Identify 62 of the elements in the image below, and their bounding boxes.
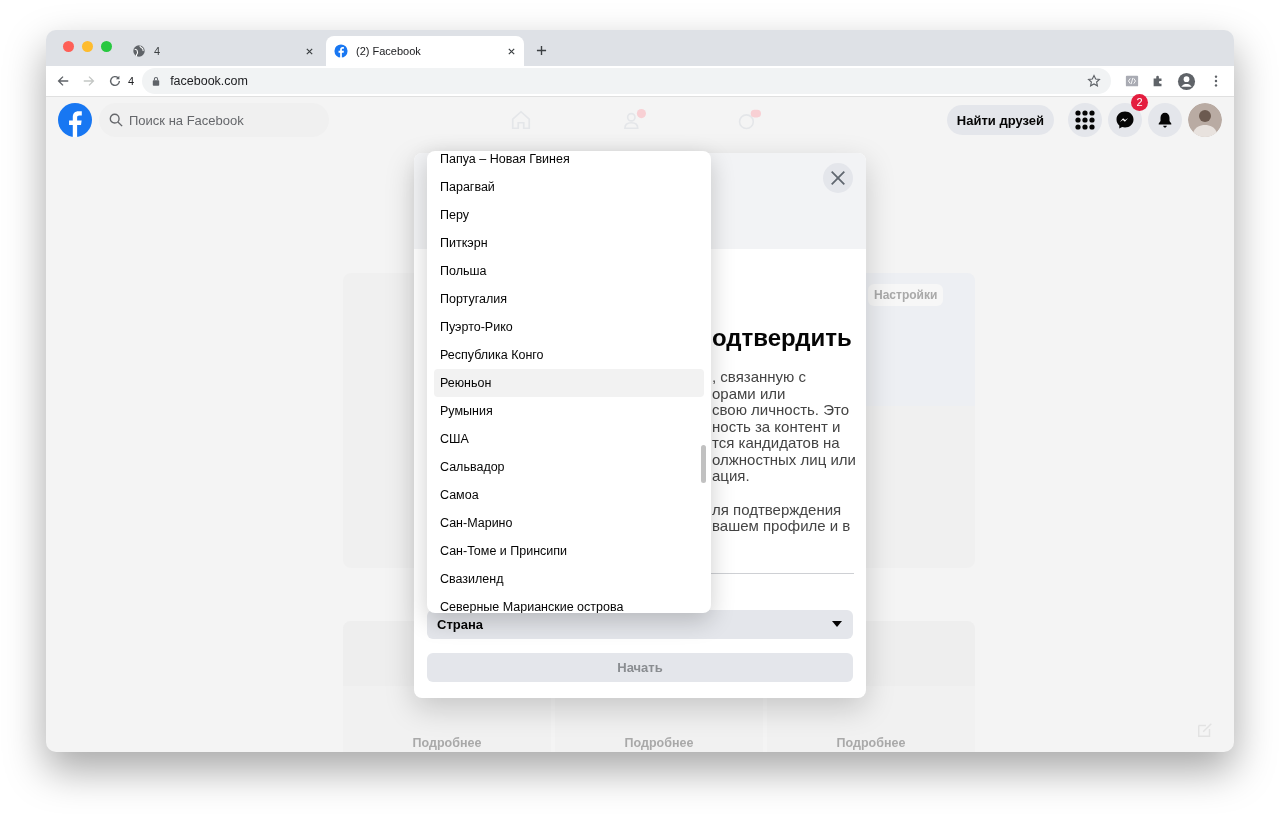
new-tab-icon[interactable] bbox=[536, 45, 547, 56]
caret-icon bbox=[832, 621, 842, 627]
country-option[interactable]: Папуа – Новая Гвинея bbox=[427, 151, 704, 173]
country-option[interactable]: Самоа bbox=[427, 481, 704, 509]
text-fragment: свою личность. Это bbox=[712, 402, 850, 419]
dialog-heading: одтвердить bbox=[712, 324, 853, 352]
reload-icon[interactable] bbox=[108, 74, 122, 88]
person-silhouette-icon bbox=[1188, 103, 1222, 137]
scrollbar-thumb[interactable] bbox=[701, 445, 706, 483]
country-option[interactable]: Сальвадор bbox=[427, 453, 704, 481]
close-button[interactable] bbox=[823, 163, 853, 193]
country-option[interactable]: Перу bbox=[427, 201, 704, 229]
search-field[interactable]: Поиск на Facebook bbox=[99, 103, 329, 137]
country-option[interactable]: Реюньон bbox=[434, 369, 704, 397]
country-option[interactable]: Румыния bbox=[427, 397, 704, 425]
grid-icon bbox=[1075, 110, 1095, 130]
globe-icon bbox=[132, 44, 146, 58]
text-fragment: тся кандидатов на bbox=[712, 435, 841, 452]
country-option[interactable]: Сан-Марино bbox=[427, 509, 704, 537]
country-option[interactable]: Республика Конго bbox=[427, 341, 704, 369]
settings-badge: Настройки bbox=[868, 284, 944, 306]
back-icon[interactable] bbox=[56, 74, 70, 88]
profile-icon[interactable] bbox=[1177, 71, 1196, 91]
text-fragment: орами или bbox=[712, 385, 786, 402]
messenger-icon bbox=[1115, 110, 1135, 130]
facebook-logo-icon bbox=[334, 44, 348, 58]
country-option[interactable]: Пуэрто-Рико bbox=[427, 313, 704, 341]
country-option[interactable]: Питкэрн bbox=[427, 229, 704, 257]
browser-tab[interactable]: 4 bbox=[124, 36, 322, 66]
country-option[interactable]: Парагвай bbox=[427, 173, 704, 201]
close-icon bbox=[829, 169, 847, 187]
country-option[interactable]: США bbox=[427, 425, 704, 453]
notifications-button[interactable] bbox=[1148, 103, 1182, 137]
text-fragment: , связанную с bbox=[712, 369, 807, 386]
extension-counter: 4 bbox=[128, 75, 135, 87]
text-fragment: ля подтверждения bbox=[712, 501, 843, 518]
menu-button[interactable] bbox=[1068, 103, 1102, 137]
close-tab-icon[interactable] bbox=[507, 46, 516, 56]
text-fragment: ность за контент и bbox=[712, 418, 842, 435]
text-fragment: вашем профиле и в bbox=[712, 518, 852, 535]
country-option[interactable]: Сан-Томе и Принсипи bbox=[427, 537, 704, 565]
tab-title: 4 bbox=[154, 45, 162, 57]
country-option[interactable]: Свазиленд bbox=[427, 565, 704, 593]
avatar[interactable] bbox=[1188, 103, 1222, 137]
address-bar[interactable]: facebook.com bbox=[142, 68, 1111, 94]
puzzle-icon[interactable] bbox=[1151, 74, 1165, 88]
text-fragment: ация. bbox=[712, 468, 751, 485]
country-option[interactable]: Польша bbox=[427, 257, 704, 285]
search-icon bbox=[109, 113, 123, 127]
facebook-logo-icon[interactable] bbox=[58, 103, 92, 137]
tab-title: (2) Facebook bbox=[356, 45, 422, 57]
text-fragment: олжностных лиц или bbox=[712, 451, 857, 468]
menu-icon[interactable] bbox=[1214, 74, 1218, 88]
country-option[interactable]: Португалия bbox=[427, 285, 704, 313]
lock-icon bbox=[152, 76, 161, 86]
url-text: facebook.com bbox=[170, 74, 249, 88]
close-tab-icon[interactable] bbox=[305, 46, 314, 56]
find-friends-button[interactable]: Найти друзей bbox=[946, 105, 1054, 135]
select-placeholder: Страна bbox=[437, 616, 483, 632]
browser-tab[interactable]: (2) Facebook bbox=[326, 36, 524, 66]
star-icon[interactable] bbox=[1087, 74, 1101, 88]
bell-icon bbox=[1156, 111, 1174, 129]
